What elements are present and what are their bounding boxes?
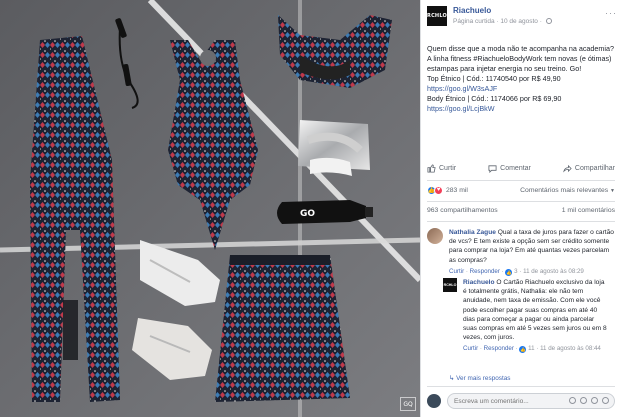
divider — [427, 221, 615, 222]
post-text-line: Body Étnico | Cód.: 1174066 por R$ 69,90 — [427, 94, 562, 103]
reactions-row: 👍 ♥ 283 mil Comentários mais relevantes … — [427, 184, 615, 196]
comment-like-link[interactable]: Curtir — [449, 268, 464, 275]
comment-like-count: 3 — [514, 267, 518, 275]
comment-date[interactable]: 11 de agosto às 08:29 — [523, 268, 584, 275]
post-side-panel: RCHLO Riachuelo Página curtida · 10 de a… — [420, 0, 620, 417]
like-button[interactable]: Curtir — [427, 163, 457, 173]
comment-body: Nathalia Zague Qual a taxa de juros para… — [449, 228, 615, 276]
divider — [427, 386, 615, 387]
share-label: Compartilhar — [574, 164, 615, 172]
like-badge-icon: 👍 — [519, 346, 527, 354]
divider — [427, 180, 615, 181]
like-badge-icon: 👍 — [505, 268, 513, 276]
post-actions: Curtir Comentar Compartilhar — [427, 160, 615, 176]
camera-icon[interactable] — [580, 397, 587, 404]
comment-count[interactable]: 1 mil comentários — [562, 207, 615, 214]
comment-input-icons — [569, 397, 609, 404]
post-meta-text: Página curtida · 10 de agosto · — [453, 18, 544, 25]
commenter-avatar[interactable] — [427, 228, 443, 244]
page-name-link[interactable]: Riachuelo — [453, 6, 491, 15]
post-link[interactable]: https://goo.gl/W3sAJF — [427, 84, 615, 94]
reply-like-count: 11 — [528, 345, 535, 353]
post-header: RCHLO Riachuelo Página curtida · 10 de a… — [427, 6, 617, 34]
reply-date[interactable]: 11 de agosto às 08:44 — [540, 345, 601, 352]
love-reaction-icon[interactable]: ♥ — [434, 185, 443, 195]
share-count-row: 963 compartilhamentos 1 mil comentários — [427, 207, 615, 214]
post-text: Quem disse que a moda não te acompanha n… — [427, 44, 615, 114]
post-link[interactable]: https://goo.gl/LcjBkW — [427, 104, 615, 114]
comment-button[interactable]: Comentar — [488, 164, 531, 173]
write-comment-box — [427, 392, 615, 410]
share-button[interactable]: Compartilhar — [563, 164, 615, 173]
view-more-replies-link[interactable]: ↳ Ver mais respostas — [449, 374, 510, 382]
reply-footer: Curtir · Responder · 👍 11 · 11 de agosto… — [463, 345, 601, 354]
sticker-icon[interactable] — [602, 397, 609, 404]
comment-label: Comentar — [500, 164, 531, 172]
comment-footer: Curtir · Responder · 👍 3 · 11 de agosto … — [449, 267, 584, 276]
gif-icon[interactable] — [591, 397, 598, 404]
emoji-icon[interactable] — [569, 397, 576, 404]
comment-author[interactable]: Nathalia Zague — [449, 229, 496, 236]
reply-author[interactable]: Riachuelo — [463, 279, 495, 286]
caret-down-icon: ▼ — [610, 187, 615, 194]
comment-icon — [488, 164, 497, 173]
post-text-line: Quem disse que a moda não te acompanha n… — [427, 44, 614, 73]
globe-icon — [545, 18, 552, 24]
reply-reply-link[interactable]: Responder — [484, 345, 514, 352]
thumbs-up-icon — [427, 163, 436, 173]
post-text-line: Top Étnico | Cód.: 11740540 por R$ 49,90 — [427, 74, 561, 83]
current-user-avatar — [427, 394, 441, 408]
more-replies-label: Ver mais respostas — [456, 375, 511, 382]
post-photo[interactable]: GO GQ — [0, 0, 420, 417]
reply-body: Riachuelo O Cartão Riachuelo exclusivo d… — [463, 278, 609, 354]
comment-sort-dropdown[interactable]: Comentários mais relevantes ▼ — [520, 187, 615, 194]
page-avatar[interactable]: RCHLO — [427, 6, 447, 26]
page-reply-avatar[interactable]: RCHLO — [443, 278, 457, 292]
reaction-count[interactable]: 283 mil — [446, 187, 468, 194]
comment-reply: RCHLO Riachuelo O Cartão Riachuelo exclu… — [443, 278, 609, 370]
comment-reply-link[interactable]: Responder — [470, 268, 500, 275]
post-meta: Página curtida · 10 de agosto · — [453, 18, 552, 25]
like-label: Curtir — [439, 164, 457, 172]
reply-text: O Cartão Riachuelo exclusivo da loja é t… — [463, 279, 607, 342]
svg-text:GO: GO — [300, 209, 315, 219]
share-icon — [563, 164, 572, 173]
divider — [427, 201, 615, 202]
reply-like-link[interactable]: Curtir — [463, 345, 478, 352]
share-count[interactable]: 963 compartilhamentos — [427, 207, 498, 214]
sort-label: Comentários mais relevantes — [520, 186, 609, 194]
photo-watermark: GQ — [400, 397, 416, 411]
more-options-icon[interactable]: ··· — [605, 8, 617, 18]
fitness-flatlay-image: GO — [0, 0, 420, 417]
